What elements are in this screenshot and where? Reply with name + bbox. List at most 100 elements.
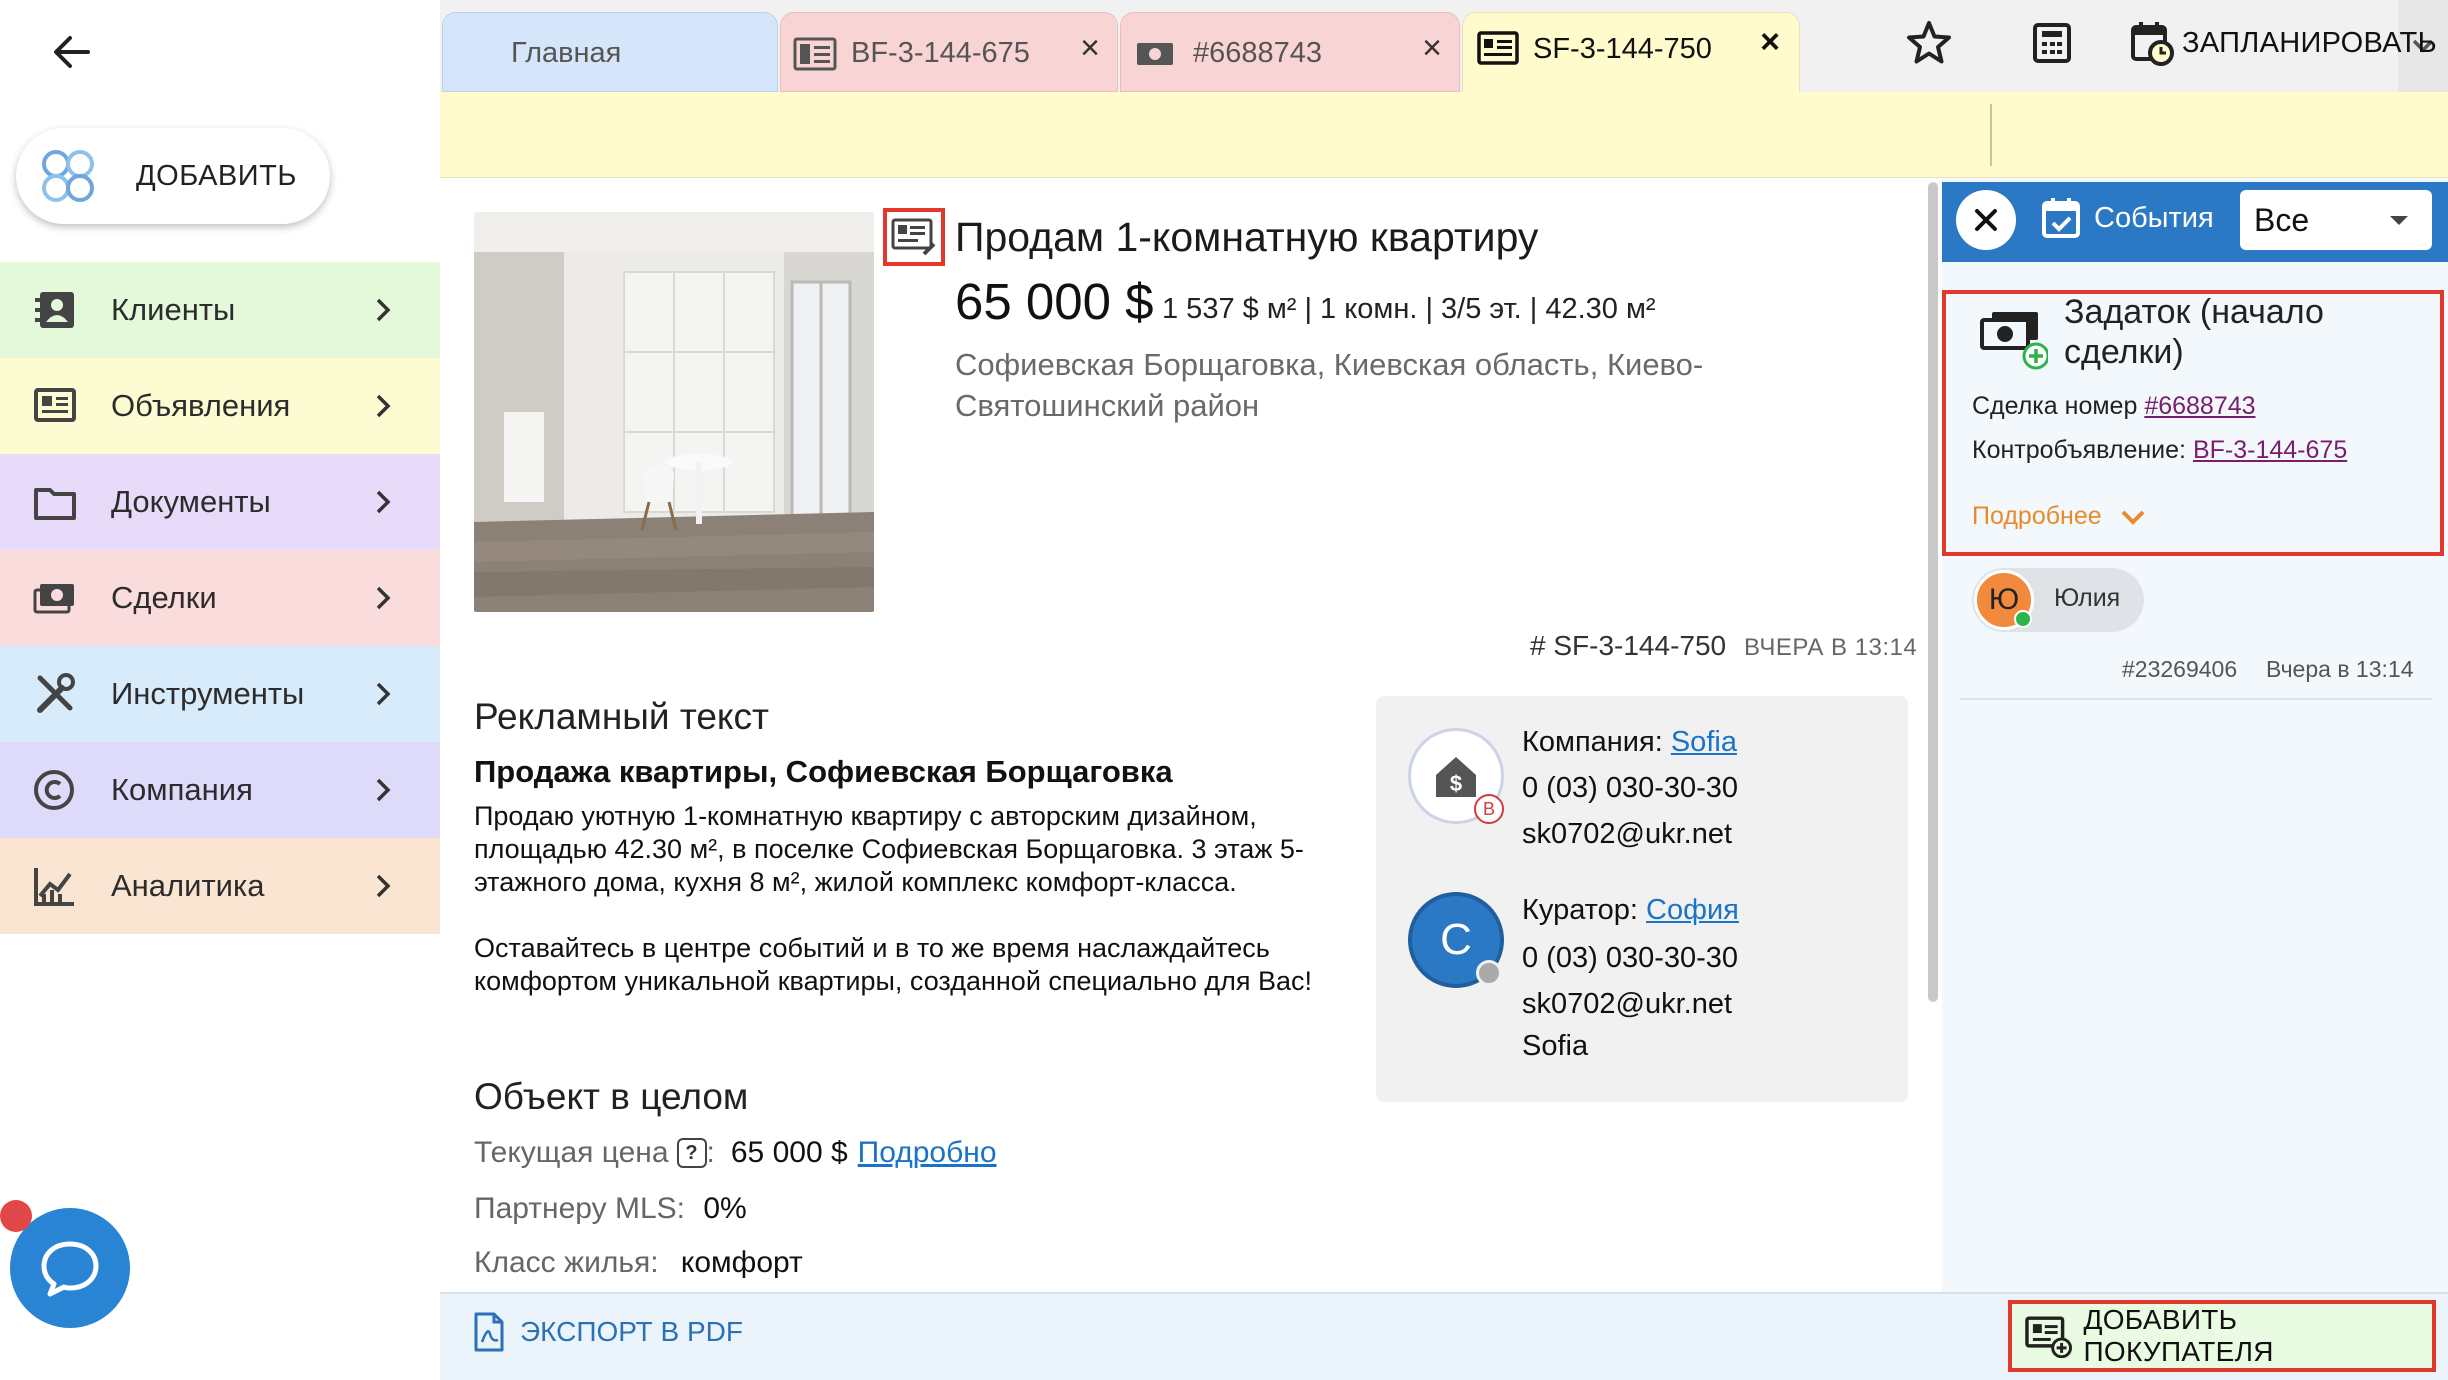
chevron-right-icon [376,682,391,706]
event-counter-link[interactable]: BF-3-144-675 [2193,436,2347,464]
toolbar-divider [1990,104,1992,166]
caret-down-icon [2390,216,2408,225]
object-heading: Объект в целом [474,1076,749,1117]
sidebar-item-deals[interactable]: Сделки [0,550,440,646]
current-price-label: Текущая цена [474,1136,669,1169]
tab-close-icon[interactable]: × [1753,25,1787,59]
tools-icon [37,673,75,713]
event-more-toggle[interactable]: Подробнее [1972,502,2146,531]
sidebar-item-label: Клиенты [111,292,236,327]
curator-link[interactable]: София [1646,894,1739,926]
chevron-right-icon [376,394,391,418]
chat-bubble-icon [41,1241,99,1297]
house-dollar-icon: $ [1436,757,1476,797]
tab-label: BF-3-144-675 [851,37,1030,69]
tab-close-icon[interactable]: × [1073,31,1107,65]
current-price-row: Текущая цена ? : 65 000 $ Подробно [474,1136,997,1170]
chevron-right-icon [376,298,391,322]
add-buyer-button[interactable]: ДОБАВИТЬ ПОКУПАТЕЛЯ [2008,1300,2436,1372]
arrow-left-icon [54,36,90,68]
events-label: События [2094,201,2214,234]
listing-icon [1477,31,1519,65]
sidebar-item-documents[interactable]: Документы [0,454,440,550]
ad-text-heading: Рекламный текст [474,696,769,737]
sidebar-item-company[interactable]: Компания [0,742,440,838]
calendar-check-icon [2042,198,2080,238]
class-value: комфорт [680,1246,803,1279]
company-link[interactable]: Sofia [1671,726,1737,758]
sidebar-item-clients[interactable]: Клиенты [0,262,440,358]
add-button[interactable]: ДОБАВИТЬ [16,128,330,224]
calendar-clock-icon [2131,22,2174,66]
contacts-icon [35,292,74,328]
current-price-separator: : [706,1136,715,1169]
toolbar [440,92,2448,178]
mls-value: 0% [703,1192,747,1225]
company-email[interactable]: sk0702@ukr.net [1522,818,1732,851]
event-deal-row: Сделка номер #6688743 [1972,392,2256,421]
listing-type-button[interactable] [883,208,945,266]
event-divider [1960,698,2432,700]
mls-row: Партнеру MLS: 0% [474,1192,747,1226]
listing-address: Софиевская Борщаговка, Киевская область,… [955,347,1704,423]
schedule-button[interactable]: ЗАПЛАНИРОВАТЬ [2130,10,2437,76]
events-close-button[interactable] [1956,190,2016,250]
help-icon[interactable]: ? [676,1138,707,1168]
mls-label: Партнеру MLS: [474,1192,685,1225]
event-deal-link[interactable]: #6688743 [2144,392,2255,420]
curator-status-dot [1476,960,1502,986]
author-name: Юлия [2054,584,2121,612]
company-line: Компания: Sofia [1522,726,1737,759]
sidebar-item-analytics[interactable]: Аналитика [0,838,440,934]
tab-sf-3-144-750[interactable]: SF-3-144-750 × [1462,12,1800,94]
event-deal-label: Сделка номер [1972,392,2138,420]
calculator-button[interactable] [2030,10,2074,76]
tab-6688743[interactable]: #6688743 × [1120,12,1460,92]
event-more-label: Подробнее [1972,502,2102,530]
listing-icon [34,388,76,422]
class-label: Класс жилья: [474,1246,659,1279]
sidebar-item-label: Компания [111,772,253,807]
curator-company: Sofia [1522,1030,1589,1062]
export-pdf-button[interactable]: ЭКСПОРТ В PDF [472,1312,743,1352]
analytics-icon [34,868,74,906]
add-logo-icon [42,150,94,202]
event-counter-label: Контробъявление: [1972,436,2187,464]
tab-home[interactable]: Главная [442,12,778,92]
tab-label: SF-3-144-750 [1533,33,1712,65]
tab-close-icon[interactable]: × [1415,31,1449,65]
author-online-dot [2014,610,2032,628]
listing-photo[interactable] [474,212,874,612]
event-counter-row: Контробъявление: BF-3-144-675 [1972,436,2347,465]
current-price-value: 65 000 $ [730,1136,848,1169]
ad-text-paragraph: Оставайтесь в центре событий и в то же в… [474,933,1313,996]
price-details-link[interactable]: Подробно [858,1136,997,1170]
events-tab[interactable]: События [2040,196,2214,240]
favorite-button[interactable] [1904,10,1954,76]
apartment-photo-image [474,212,874,612]
sidebar-item-label: Объявления [111,388,291,423]
sidebar-item-tools[interactable]: Инструменты [0,646,440,742]
sidebar-item-listings[interactable]: Объявления [0,358,440,454]
company-phone[interactable]: 0 (03) 030-30-30 [1522,772,1738,805]
event-title: Задаток (начало сделки) [2064,293,2324,371]
chevron-right-icon [376,874,391,898]
tab-label: Главная [511,37,622,69]
ad-text-subheading: Продажа квартиры, Софиевская Борщаговка [474,754,1173,789]
curator-label: Куратор: [1522,894,1638,926]
tab-bf-3-144-675[interactable]: BF-3-144-675 × [780,12,1118,92]
calculator-icon [2033,23,2071,63]
copyright-icon [34,770,74,810]
svg-text:$: $ [1450,771,1462,796]
listing-add-icon [2025,1316,2072,1358]
curator-email[interactable]: sk0702@ukr.net [1522,988,1732,1021]
listing-code: # SF-3-144-750 [1530,630,1727,661]
listing-icon [793,37,837,71]
curator-phone[interactable]: 0 (03) 030-30-30 [1522,942,1738,975]
back-button[interactable] [40,20,104,84]
events-filter-select[interactable]: Все [2240,190,2432,250]
tab-label: #6688743 [1193,37,1323,69]
listing-edit-icon [891,218,936,256]
scrollbar[interactable] [1928,182,1938,1002]
cash-add-icon [1980,312,2048,370]
